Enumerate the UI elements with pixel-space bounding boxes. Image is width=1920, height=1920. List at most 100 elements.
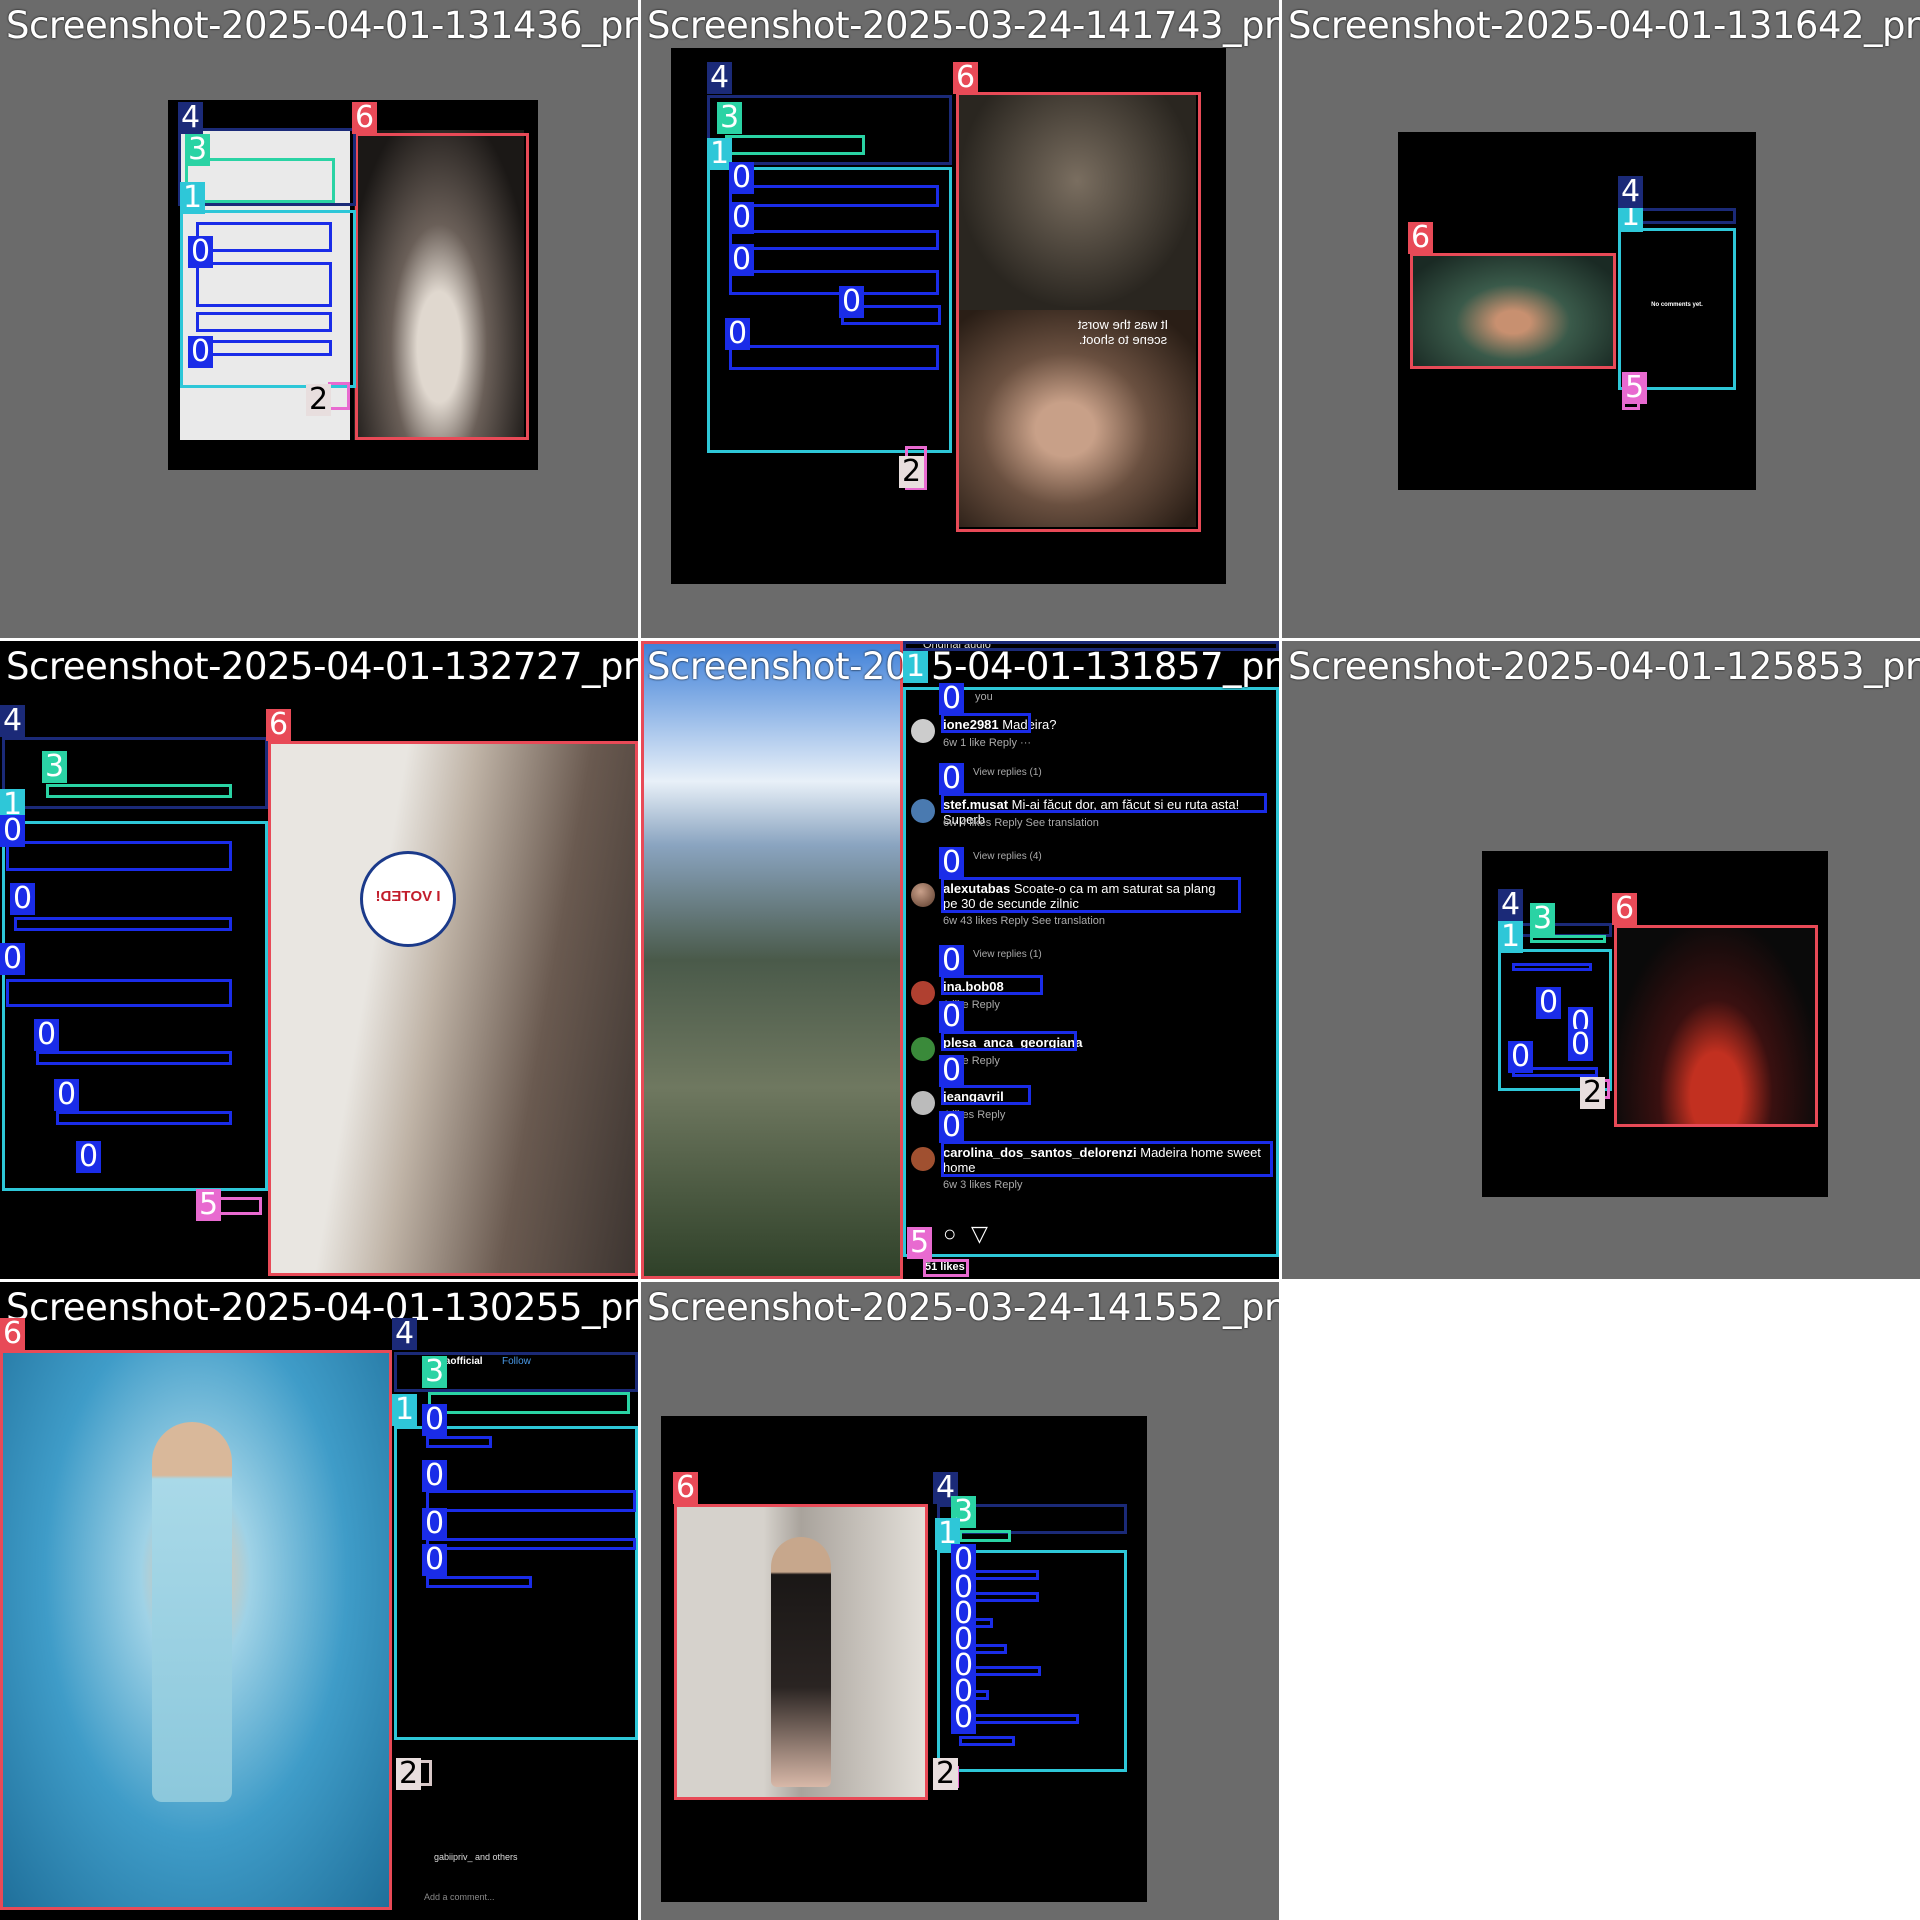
bbox-label-0: 0	[188, 236, 214, 268]
follow-link[interactable]: Follow	[502, 1356, 531, 1367]
bbox-label-6: 6	[352, 102, 378, 134]
bbox-label-0: 0	[729, 202, 755, 234]
bbox-label-0: 0	[10, 883, 36, 915]
comment-meta: 6w 3 likes Reply	[943, 1179, 1023, 1191]
comment-row: alexutabas Scoate-o ca m am saturat sa p…	[903, 877, 1279, 933]
post-image	[1412, 255, 1614, 367]
bbox-label-0: 0	[0, 943, 26, 975]
tile-title: Screenshot-2025-03-24-141552_png.rf.95ea	[647, 1286, 1279, 1329]
tile-5: Screenshot-2025-04-01-131857_png.rf.be4 …	[641, 641, 1279, 1279]
comment-text: ione2981 Madeira?	[943, 717, 1056, 732]
bbox-label-1: 1	[392, 1394, 418, 1426]
bbox-label-0: 0	[422, 1508, 448, 1540]
sticker-text: I VOTED!	[375, 888, 441, 905]
bbox-label-6: 6	[0, 1318, 26, 1350]
post-image: I VOTED!	[270, 741, 638, 1276]
avatar	[911, 799, 935, 823]
bbox-label-0: 0	[1508, 1041, 1534, 1073]
bbox-label-0: 0	[725, 318, 751, 350]
bbox-label-0: 0	[76, 1141, 102, 1173]
bbox-label-4: 4	[178, 102, 204, 134]
bbox-label-0: 0	[0, 815, 26, 847]
comment-user[interactable]: carolina_dos_santos_delorenzi	[943, 1145, 1137, 1160]
comment-user[interactable]: ina.bob08	[943, 979, 1004, 994]
bbox-label-1: 1	[903, 651, 929, 683]
bbox-label-0: 0	[839, 286, 865, 318]
avatar	[911, 719, 935, 743]
comment-row: carolina_dos_santos_delorenzi Madeira ho…	[903, 1141, 1279, 1197]
post-image: It was the worst scene to shoot.	[958, 95, 1196, 527]
comment-user[interactable]: ione2981	[943, 717, 999, 732]
bbox-label-3: 3	[185, 134, 211, 166]
comment-user[interactable]: stef.musat	[943, 797, 1008, 812]
tile-8: Screenshot-2025-03-24-141552_png.rf.95ea…	[641, 1282, 1279, 1920]
bbox-label-6: 6	[673, 1472, 699, 1504]
share-icon[interactable]: ▽	[971, 1221, 988, 1247]
avatar	[911, 1147, 935, 1171]
bbox-label-0: 0	[939, 1111, 965, 1143]
tile-title: Screenshot-2025-04-01-125853_png.	[1288, 645, 1920, 688]
view-replies[interactable]: View replies (1)	[973, 767, 1042, 778]
comment-icon[interactable]: ○	[943, 1221, 956, 1247]
comment-user[interactable]: jeangavril	[943, 1089, 1004, 1104]
bbox-label-2: 2	[933, 1758, 959, 1790]
liked-by: gabiipriv_ and others	[434, 1852, 518, 1862]
bbox-label-0: 0	[188, 336, 214, 368]
avatar	[911, 1037, 935, 1061]
post-image	[2, 1352, 390, 1910]
bbox-comment	[14, 917, 232, 931]
bbox-label-0: 0	[939, 1055, 965, 1087]
bbox-label-0: 0	[34, 1019, 60, 1051]
figure	[152, 1422, 232, 1802]
view-replies[interactable]: View replies (1)	[973, 949, 1042, 960]
bbox-label-0: 0	[939, 683, 965, 715]
avatar	[911, 981, 935, 1005]
bbox-label-4: 4	[392, 1318, 418, 1350]
bbox-label-1: 1	[180, 182, 206, 214]
sticker: I VOTED!	[360, 851, 456, 947]
tile-7: Screenshot-2025-04-01-130255_png.rf.c66 …	[0, 1282, 638, 1920]
bbox-comment	[36, 1051, 232, 1065]
comment-user[interactable]: alexutabas	[943, 881, 1010, 896]
bbox-label-0: 0	[422, 1460, 448, 1492]
bbox-label-0: 0	[422, 1404, 448, 1436]
tile-2: Screenshot-2025-03-24-141743_png.rf.a08 …	[641, 0, 1279, 638]
bbox-label-6: 6	[1612, 893, 1638, 925]
figure	[771, 1537, 831, 1787]
post-image	[641, 641, 901, 1279]
bbox-label-6: 6	[953, 62, 979, 94]
post-image	[1616, 927, 1816, 1125]
tile-title: Screenshot-2025-04-01-130255_png.rf.c66	[6, 1286, 638, 1329]
bbox-label-0: 0	[729, 162, 755, 194]
bbox-comment	[6, 979, 232, 1007]
bbox-comments	[2, 821, 268, 1191]
bbox-label-0: 0	[729, 244, 755, 276]
bbox-label-0: 0	[939, 847, 965, 879]
view-replies[interactable]: View replies (4)	[973, 851, 1042, 862]
comment-meta: 6w 4 likes Reply See translation	[943, 817, 1099, 829]
tile-title: Screenshot-2025-04-01-131436_png.rf.c7	[6, 4, 638, 47]
bbox-label-3: 3	[1530, 903, 1556, 935]
bbox-comment	[6, 841, 232, 871]
bbox-label-6: 6	[266, 709, 292, 741]
bbox-label-0: 0	[1568, 1029, 1594, 1061]
comment-user[interactable]: plesa_anca_georgiana	[943, 1035, 1082, 1050]
bbox-label-0: 0	[939, 763, 965, 795]
photo-top	[958, 95, 1196, 310]
comment-meta: 6w 1 like Reply ···	[943, 737, 1032, 749]
add-comment[interactable]: Add a comment...	[424, 1892, 495, 1902]
bbox-label-2: 2	[306, 384, 332, 416]
bbox-label-0: 0	[422, 1544, 448, 1576]
tile-3: Screenshot-2025-04-01-131642_png. 6 1 4 …	[1282, 0, 1920, 638]
screenshot	[168, 100, 538, 470]
bbox-label-3: 3	[717, 102, 743, 134]
avatar	[911, 1091, 935, 1115]
bbox-label-3: 3	[42, 751, 68, 783]
bbox-label-0: 0	[951, 1702, 977, 1734]
bbox-label-0: 0	[939, 945, 965, 977]
bbox-label-5: 5	[907, 1227, 933, 1259]
comment-meta: 6w 43 likes Reply See translation	[943, 915, 1106, 927]
post-image	[676, 1507, 926, 1797]
tile-title: Screenshot-2025-04-01-131857_png.rf.be4	[647, 645, 1279, 688]
tile-1: Screenshot-2025-04-01-131436_png.rf.c7 6…	[0, 0, 638, 638]
